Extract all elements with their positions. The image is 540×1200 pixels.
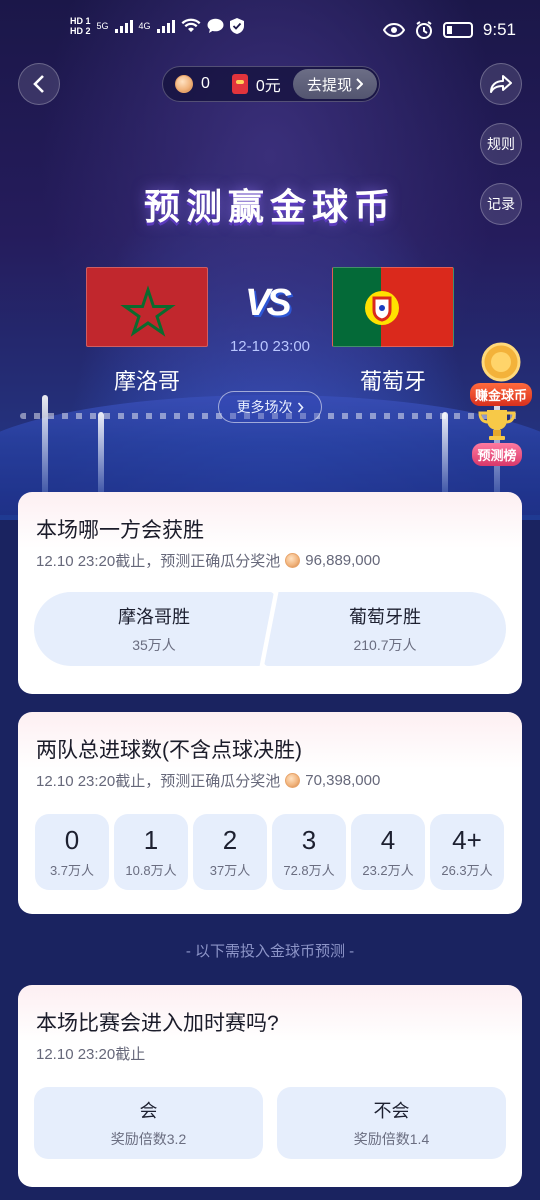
option-count: 23.2万人 xyxy=(362,863,414,878)
page-title: 预测赢金球币 xyxy=(143,186,396,227)
prize-pool-amount: 96,889,000 xyxy=(305,552,381,569)
option-yes[interactable]: 会 奖励倍数3.2 xyxy=(34,1087,263,1159)
option-label: 葡萄牙胜 xyxy=(349,607,421,627)
prize-pool-amount: 70,398,000 xyxy=(305,772,381,789)
gold-coin-icon xyxy=(481,342,521,382)
coin-count: 0 xyxy=(201,75,210,92)
prediction-rank-label: 预测榜 xyxy=(472,443,522,466)
gold-coin-icon xyxy=(285,773,301,788)
signal-icon xyxy=(114,19,133,33)
option-label: 4 xyxy=(380,825,396,855)
deadline-text: 12.10 23:20截止，预测正确瓜分奖池 70,398,000 xyxy=(36,770,380,791)
deadline-label: 12.10 23:20截止，预测正确瓜分奖池 xyxy=(36,773,281,790)
light-beam xyxy=(442,412,448,502)
gold-coin-icon xyxy=(285,553,301,568)
section-divider: - 以下需投入金球币预测 - xyxy=(185,943,355,960)
goals-option-2[interactable]: 2 37万人 xyxy=(193,814,267,890)
earn-coins-button[interactable]: 赚金球币 xyxy=(464,342,538,406)
network-5g-label: 5G xyxy=(96,21,109,31)
card-title: 两队总进球数(不含点球决胜) xyxy=(36,739,302,762)
option-count: 37万人 xyxy=(209,863,251,878)
option-label: 摩洛哥胜 xyxy=(118,607,190,627)
portugal-flag xyxy=(332,267,454,347)
trophy-icon xyxy=(478,410,516,440)
rules-label: 规则 xyxy=(487,136,515,152)
option-count: 10.8万人 xyxy=(125,863,177,878)
star-icon xyxy=(120,285,176,337)
goals-option-0[interactable]: 0 3.7万人 xyxy=(35,814,109,890)
option-label: 3 xyxy=(301,825,317,855)
option-count: 72.8万人 xyxy=(283,863,335,878)
deadline-text: 12.10 23:20截止，预测正确瓜分奖池 96,889,000 xyxy=(36,550,380,571)
option-multiplier: 奖励倍数3.2 xyxy=(110,1131,187,1147)
chevron-right-icon xyxy=(356,78,363,90)
shield-check-icon xyxy=(229,18,244,34)
earn-coins-label: 赚金球币 xyxy=(469,383,532,406)
option-no[interactable]: 不会 奖励倍数1.4 xyxy=(277,1087,506,1159)
light-beam xyxy=(42,395,48,505)
wifi-icon xyxy=(181,18,201,32)
option-label: 2 xyxy=(222,825,238,855)
team-home-name: 摩洛哥 xyxy=(113,369,180,394)
prediction-rank-button[interactable]: 预测榜 xyxy=(460,408,534,466)
morocco-flag xyxy=(86,267,208,347)
deadline-text: 12.10 23:20截止 xyxy=(36,1043,145,1064)
share-icon xyxy=(490,75,512,93)
chevron-left-icon xyxy=(33,75,44,93)
rules-button[interactable]: 规则 xyxy=(480,123,522,165)
deadline-label: 12.10 23:20截止，预测正确瓜分奖池 xyxy=(36,553,281,570)
withdraw-label: 去提现 xyxy=(306,76,352,94)
option-label: 1 xyxy=(143,825,159,855)
hd1-indicator: HD 1 xyxy=(70,16,91,26)
goals-option-1[interactable]: 1 10.8万人 xyxy=(114,814,188,890)
option-label: 4+ xyxy=(452,825,482,855)
extra-time-card: 本场比赛会进入加时赛吗? 12.10 23:20截止 会 奖励倍数3.2 不会 … xyxy=(18,985,522,1187)
coat-of-arms-icon xyxy=(365,291,399,325)
red-packet-icon xyxy=(231,74,248,94)
deadline-label: 12.10 23:20截止 xyxy=(36,1046,146,1063)
more-matches-button[interactable]: 更多场次 xyxy=(218,391,322,423)
option-count: 35万人 xyxy=(132,637,176,653)
option-count: 3.7万人 xyxy=(49,863,95,878)
status-bar: HD 1 HD 2 5G 4G 9:51 xyxy=(0,0,540,62)
card-title: 本场哪一方会获胜 xyxy=(36,519,204,542)
option-label: 会 xyxy=(139,1101,158,1121)
alarm-icon xyxy=(415,21,432,39)
goals-option-3[interactable]: 3 72.8万人 xyxy=(272,814,346,890)
more-matches-label: 更多场次 xyxy=(236,399,293,415)
signal-icon xyxy=(156,19,175,33)
option-count: 210.7万人 xyxy=(353,637,417,653)
chevron-right-icon xyxy=(297,401,304,413)
gold-coin-icon xyxy=(175,75,193,93)
back-button[interactable] xyxy=(18,63,60,105)
total-goals-card: 两队总进球数(不含点球决胜) 12.10 23:20截止，预测正确瓜分奖池 70… xyxy=(18,712,522,914)
message-icon xyxy=(207,18,224,33)
vs-label: VS xyxy=(245,282,292,324)
withdraw-button[interactable]: 去提现 xyxy=(293,69,377,99)
light-beam xyxy=(98,412,104,502)
option-multiplier: 奖励倍数1.4 xyxy=(353,1131,430,1147)
option-label: 不会 xyxy=(373,1101,410,1121)
team-away-name: 葡萄牙 xyxy=(359,369,426,394)
option-home-win[interactable]: 摩洛哥胜 35万人 xyxy=(34,592,274,666)
card-title: 本场比赛会进入加时赛吗? xyxy=(36,1012,279,1035)
option-count: 26.3万人 xyxy=(441,863,493,878)
winner-prediction-card: 本场哪一方会获胜 12.10 23:20截止，预测正确瓜分奖池 96,889,0… xyxy=(18,492,522,694)
network-4g-label: 4G xyxy=(138,21,151,31)
goals-option-4-plus[interactable]: 4+ 26.3万人 xyxy=(430,814,504,890)
battery-icon xyxy=(442,22,473,38)
goals-option-4[interactable]: 4 23.2万人 xyxy=(351,814,425,890)
hd2-indicator: HD 2 xyxy=(70,26,91,36)
share-button[interactable] xyxy=(480,63,522,105)
wallet-pill: 0 0元 去提现 xyxy=(162,66,380,102)
option-label: 0 xyxy=(64,825,80,855)
match-time: 12-10 23:00 xyxy=(229,338,311,355)
eye-icon xyxy=(382,23,405,37)
clock: 9:51 xyxy=(482,20,516,39)
cash-amount: 0元 xyxy=(255,78,281,95)
option-away-win[interactable]: 葡萄牙胜 210.7万人 xyxy=(264,592,506,666)
